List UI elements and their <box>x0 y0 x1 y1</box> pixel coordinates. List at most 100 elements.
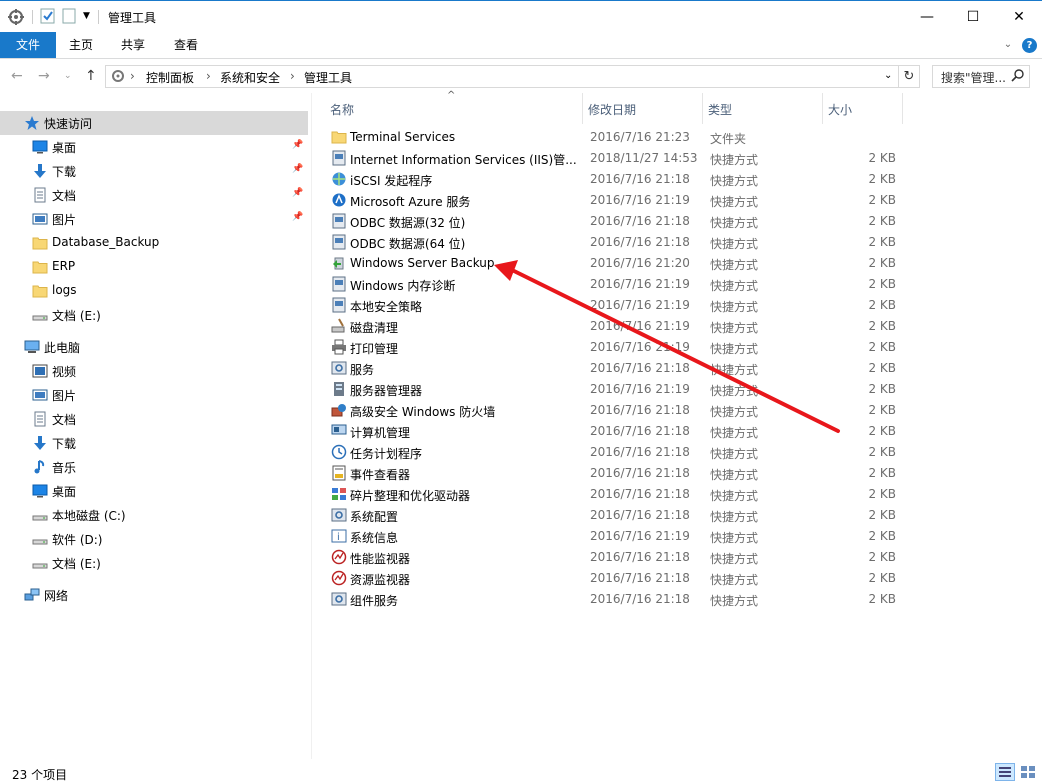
nav-item[interactable]: 文档 (E:) <box>0 551 308 575</box>
file-name: Microsoft Azure 服务 <box>350 195 471 209</box>
file-type: 快捷方式 <box>710 195 759 209</box>
up-arrow-icon[interactable]: ↑ <box>85 68 97 84</box>
file-row[interactable]: 打印管理 2016/7/16 21:19 快捷方式 2 KB <box>325 337 905 358</box>
separator <box>32 10 33 24</box>
refresh-button[interactable]: ↻ <box>899 65 920 88</box>
nav-item[interactable]: 快速访问 <box>0 111 308 135</box>
nav-item[interactable]: 图片 📌 <box>0 207 308 231</box>
help-icon[interactable]: ? <box>1022 38 1037 53</box>
nav-item[interactable]: 本地磁盘 (C:) <box>0 503 308 527</box>
drive-icon <box>32 307 48 323</box>
tab-home[interactable]: 主页 <box>58 32 104 58</box>
file-row[interactable]: ODBC 数据源(64 位) 2016/7/16 21:18 快捷方式 2 KB <box>325 232 905 253</box>
file-row[interactable]: 磁盘清理 2016/7/16 21:19 快捷方式 2 KB <box>325 316 905 337</box>
file-date: 2018/11/27 14:53 <box>590 151 698 165</box>
nav-item[interactable]: Database_Backup <box>0 231 308 255</box>
file-row[interactable]: 事件查看器 2016/7/16 21:18 快捷方式 2 KB <box>325 463 905 484</box>
file-row[interactable]: 碎片整理和优化驱动器 2016/7/16 21:18 快捷方式 2 KB <box>325 484 905 505</box>
file-row[interactable]: iSCSI 发起程序 2016/7/16 21:18 快捷方式 2 KB <box>325 169 905 190</box>
breadcrumb-system-security[interactable]: 系统和安全 <box>220 69 280 86</box>
file-row[interactable]: 高级安全 Windows 防火墙 2016/7/16 21:18 快捷方式 2 KB <box>325 400 905 421</box>
pin-icon[interactable]: 📌 <box>292 164 303 174</box>
file-row[interactable]: Terminal Services 2016/7/16 21:23 文件夹 <box>325 127 905 148</box>
new-folder-icon[interactable] <box>62 8 76 24</box>
column-header-size[interactable]: 大小 <box>823 93 903 124</box>
details-view-icon[interactable] <box>995 763 1015 781</box>
nav-item[interactable]: 下载 📌 <box>0 159 308 183</box>
address-bar[interactable]: › 控制面板 › 系统和安全 › 管理工具 ⌄ <box>105 65 899 88</box>
nav-item[interactable]: 文档 <box>0 407 308 431</box>
nav-item[interactable]: 下载 <box>0 431 308 455</box>
file-row[interactable]: 服务器管理器 2016/7/16 21:19 快捷方式 2 KB <box>325 379 905 400</box>
services-icon <box>331 360 347 376</box>
file-row[interactable]: 资源监视器 2016/7/16 21:18 快捷方式 2 KB <box>325 568 905 589</box>
file-name: Windows 内存诊断 <box>350 279 456 293</box>
nav-item[interactable]: 网络 <box>0 583 308 607</box>
nav-item[interactable]: 文档 📌 <box>0 183 308 207</box>
file-row[interactable]: 系统配置 2016/7/16 21:18 快捷方式 2 KB <box>325 505 905 526</box>
pin-icon[interactable]: 📌 <box>292 212 303 222</box>
file-row[interactable]: ODBC 数据源(32 位) 2016/7/16 21:18 快捷方式 2 KB <box>325 211 905 232</box>
app-icon[interactable] <box>7 8 25 26</box>
search-icon[interactable] <box>1011 69 1024 85</box>
nav-item[interactable]: 桌面 📌 <box>0 135 308 159</box>
nav-item[interactable]: 视频 <box>0 359 308 383</box>
file-row[interactable]: 任务计划程序 2016/7/16 21:18 快捷方式 2 KB <box>325 442 905 463</box>
expand-ribbon-icon[interactable]: ⌄ <box>998 32 1018 58</box>
file-date: 2016/7/16 21:19 <box>590 340 690 354</box>
nav-item[interactable]: 音乐 <box>0 455 308 479</box>
clock-icon <box>331 444 347 460</box>
nav-item[interactable]: 文档 (E:) <box>0 303 308 327</box>
breadcrumb-chevron-icon[interactable]: › <box>130 69 135 83</box>
file-row[interactable]: 本地安全策略 2016/7/16 21:19 快捷方式 2 KB <box>325 295 905 316</box>
tab-file[interactable]: 文件 <box>0 32 56 58</box>
address-dropdown-icon[interactable]: ⌄ <box>884 70 892 81</box>
file-type: 快捷方式 <box>710 153 759 167</box>
file-row[interactable]: 组件服务 2016/7/16 21:18 快捷方式 2 KB <box>325 589 905 610</box>
pin-icon[interactable]: 📌 <box>292 140 303 150</box>
close-button[interactable]: ✕ <box>996 1 1042 32</box>
minimize-button[interactable]: — <box>904 1 950 32</box>
nav-item[interactable]: 此电脑 <box>0 335 308 359</box>
breadcrumb-control-panel[interactable]: 控制面板 <box>146 69 194 86</box>
file-row[interactable]: Microsoft Azure 服务 2016/7/16 21:19 快捷方式 2 K… <box>325 190 905 211</box>
customize-toolbar-icon[interactable]: ▼ <box>83 11 90 21</box>
nav-item[interactable]: 图片 <box>0 383 308 407</box>
back-arrow-icon[interactable]: ← <box>11 68 23 84</box>
maximize-button[interactable]: ☐ <box>950 1 996 32</box>
forward-arrow-icon[interactable]: → <box>38 68 50 84</box>
file-date: 2016/7/16 21:19 <box>590 193 690 207</box>
column-header-type[interactable]: 类型 <box>703 93 823 124</box>
download-icon <box>32 163 48 179</box>
nav-item[interactable]: logs <box>0 279 308 303</box>
tab-view[interactable]: 查看 <box>163 32 209 58</box>
breadcrumb-chevron-icon[interactable]: › <box>206 69 211 83</box>
file-date: 2016/7/16 21:18 <box>590 571 690 585</box>
file-row[interactable]: 计算机管理 2016/7/16 21:18 快捷方式 2 KB <box>325 421 905 442</box>
nav-item[interactable]: ERP <box>0 255 308 279</box>
nav-item[interactable]: 软件 (D:) <box>0 527 308 551</box>
search-input[interactable]: 搜索"管理... <box>932 65 1030 88</box>
pin-icon[interactable]: 📌 <box>292 188 303 198</box>
file-row[interactable]: 服务 2016/7/16 21:18 快捷方式 2 KB <box>325 358 905 379</box>
file-row[interactable]: i 系统信息 2016/7/16 21:19 快捷方式 2 KB <box>325 526 905 547</box>
breadcrumb-admin-tools[interactable]: 管理工具 <box>304 69 352 86</box>
file-row[interactable]: 性能监视器 2016/7/16 21:18 快捷方式 2 KB <box>325 547 905 568</box>
recent-locations-icon[interactable]: ⌄ <box>64 71 72 81</box>
column-header-name[interactable]: 名称 <box>325 93 583 124</box>
properties-icon[interactable] <box>40 8 56 24</box>
file-row[interactable]: Windows Server Backup 2016/7/16 21:20 快捷方式… <box>325 253 905 274</box>
file-name: ODBC 数据源(32 位) <box>350 216 466 230</box>
file-row[interactable]: Internet Information Services (IIS)管... 2… <box>325 148 905 169</box>
document-icon <box>32 411 48 427</box>
breadcrumb-chevron-icon[interactable]: › <box>290 69 295 83</box>
large-icons-view-icon[interactable] <box>1019 764 1037 780</box>
nav-item-label: 此电脑 <box>44 341 81 355</box>
star-icon <box>24 115 40 131</box>
file-size: 2 KB <box>868 151 896 165</box>
nav-item[interactable]: 桌面 <box>0 479 308 503</box>
file-row[interactable]: Windows 内存诊断 2016/7/16 21:19 快捷方式 2 KB <box>325 274 905 295</box>
tab-share[interactable]: 共享 <box>110 32 156 58</box>
column-header-date[interactable]: 修改日期 <box>583 93 703 124</box>
file-type: 快捷方式 <box>710 426 759 440</box>
